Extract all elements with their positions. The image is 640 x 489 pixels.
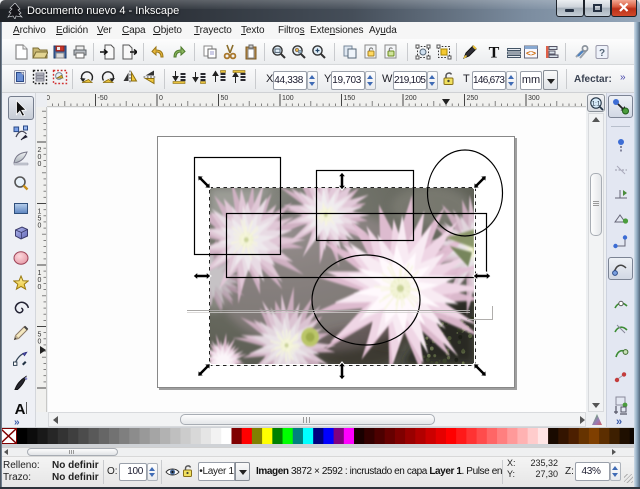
svg-text:A: A <box>15 401 26 416</box>
svg-text:1:1: 1:1 <box>592 102 601 108</box>
